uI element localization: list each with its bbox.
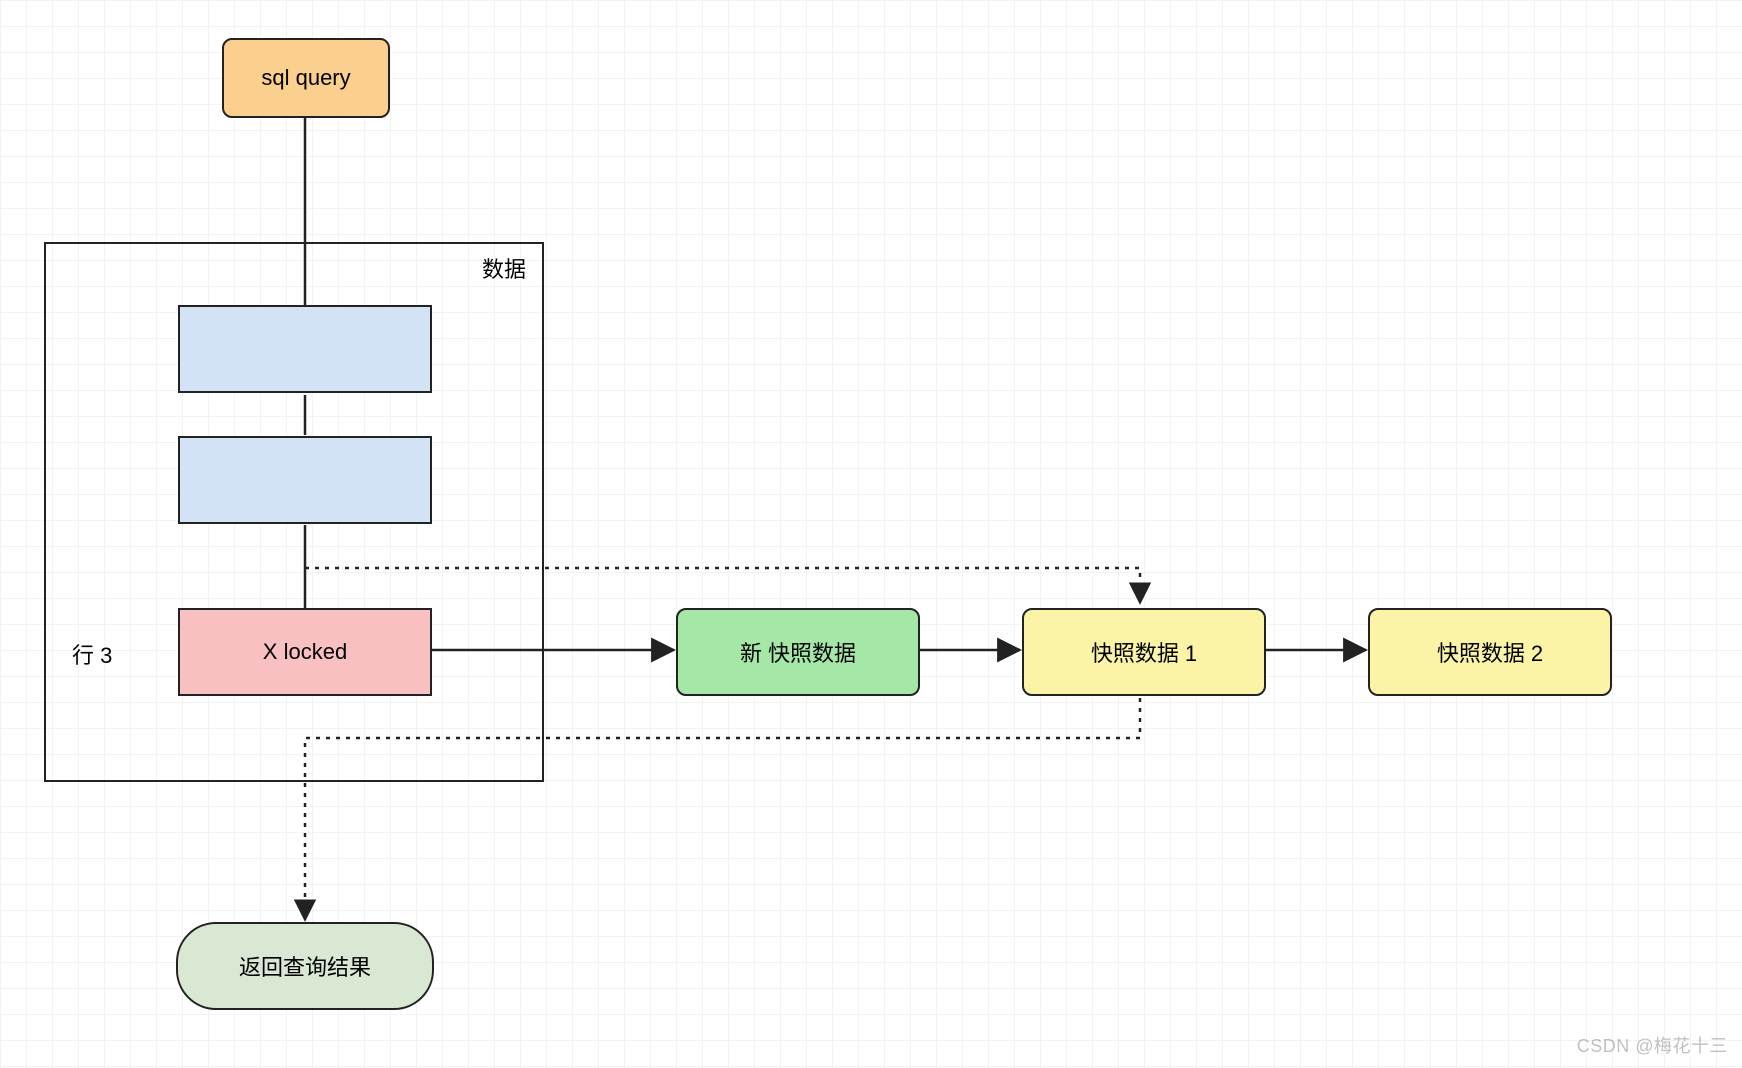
node-return-result: 返回查询结果 (176, 922, 434, 1010)
node-label: 返回查询结果 (239, 950, 371, 982)
node-new-snapshot: 新 快照数据 (676, 608, 920, 696)
data-row-2 (178, 436, 432, 524)
node-label: 快照数据 1 (1091, 636, 1197, 668)
node-label: 新 快照数据 (740, 636, 856, 668)
row-3-label: 行 3 (72, 638, 112, 670)
data-row-3-locked: X locked (178, 608, 432, 696)
node-sql-query: sql query (222, 38, 390, 118)
watermark: CSDN @梅花十三 (1577, 1032, 1728, 1058)
container-title: 数据 (482, 252, 526, 284)
node-label: sql query (261, 65, 350, 91)
node-label: 快照数据 2 (1437, 636, 1543, 668)
diagram-stage: sql query 数据 行 3 X locked 新 快照数据 快照数据 1 … (0, 0, 1742, 1068)
node-snapshot-1: 快照数据 1 (1022, 608, 1266, 696)
node-snapshot-2: 快照数据 2 (1368, 608, 1612, 696)
data-row-1 (178, 305, 432, 393)
node-label: X locked (263, 639, 347, 665)
